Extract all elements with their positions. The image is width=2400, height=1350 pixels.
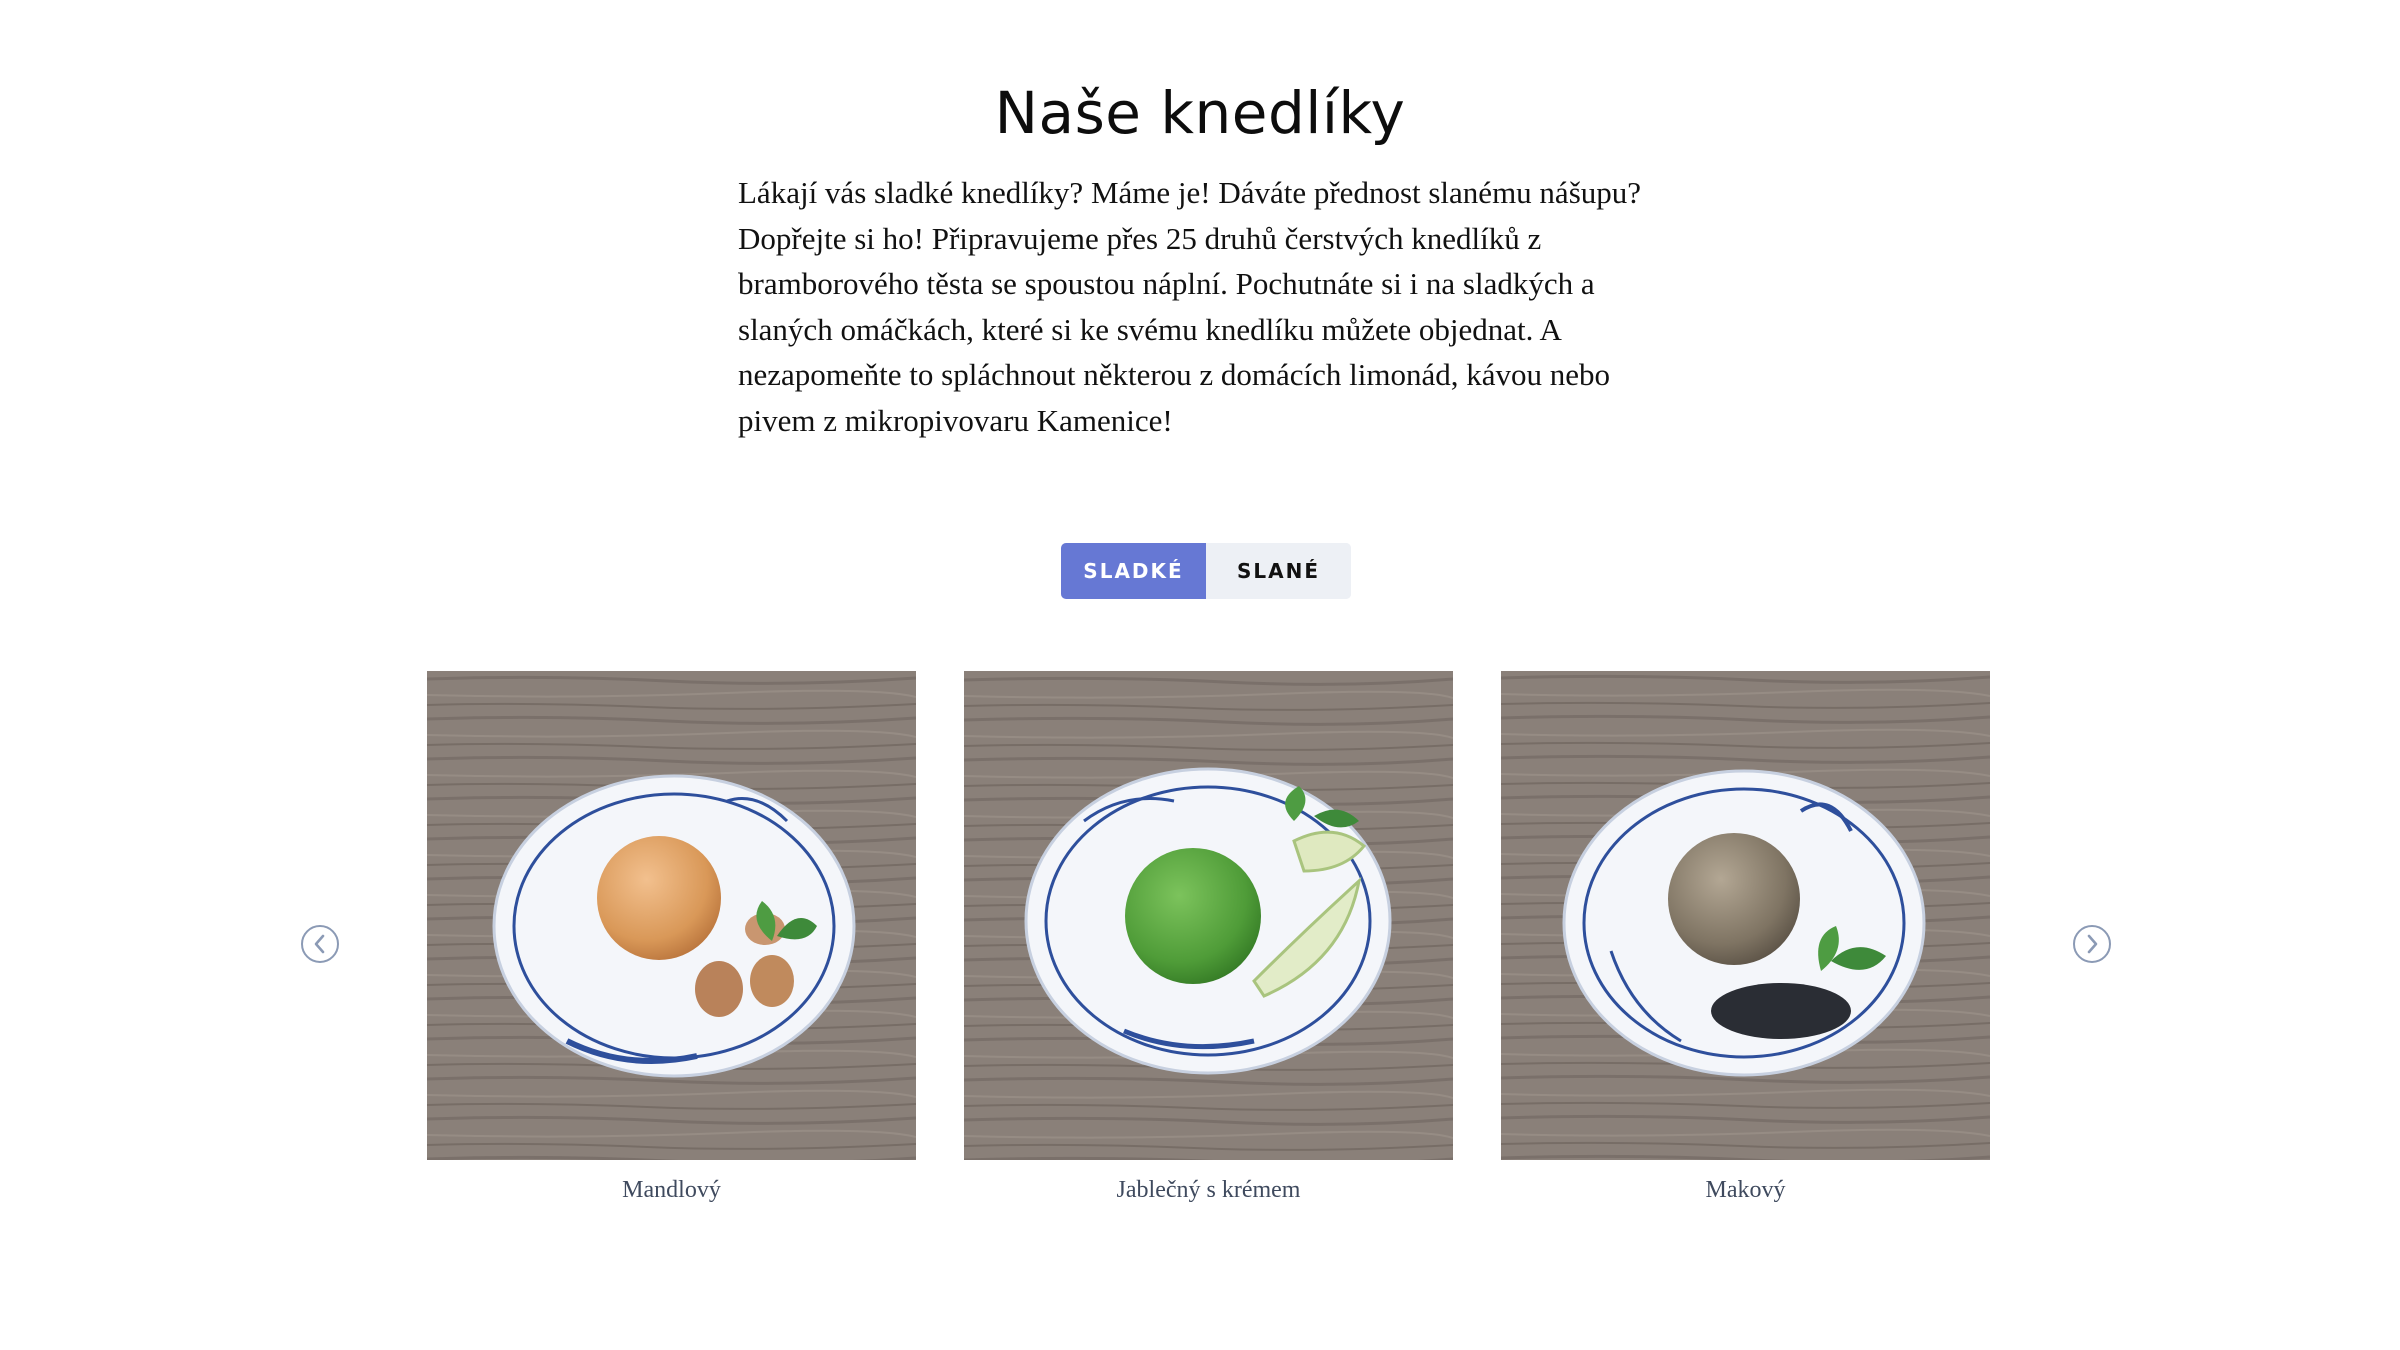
product-image-mandlovy[interactable] — [427, 671, 916, 1160]
product-image-makovy[interactable] — [1501, 671, 1990, 1160]
category-tabs: SLADKÉ SLANÉ — [1061, 543, 1351, 599]
page-title: Naše knedlíky — [994, 79, 1406, 147]
chevron-left-icon — [314, 934, 325, 954]
carousel-next-button[interactable] — [2073, 925, 2111, 963]
product-label[interactable]: Mandlový — [427, 1174, 916, 1206]
product-card[interactable]: Mandlový — [427, 671, 916, 1206]
intro-paragraph: Lákají vás sladké knedlíky? Máme je! Dáv… — [738, 175, 1642, 438]
product-image-jablecny[interactable] — [964, 671, 1453, 1160]
product-label[interactable]: Jablečný s krémem — [964, 1174, 1453, 1206]
product-label[interactable]: Makový — [1501, 1174, 1990, 1206]
product-card[interactable]: Makový — [1501, 671, 1990, 1206]
tab-sladke[interactable]: SLADKÉ — [1061, 543, 1206, 599]
tab-slane[interactable]: SLANÉ — [1206, 543, 1351, 599]
product-card[interactable]: Jablečný s krémem — [964, 671, 1453, 1206]
carousel-prev-button[interactable] — [301, 925, 339, 963]
chevron-right-icon — [2087, 934, 2098, 954]
